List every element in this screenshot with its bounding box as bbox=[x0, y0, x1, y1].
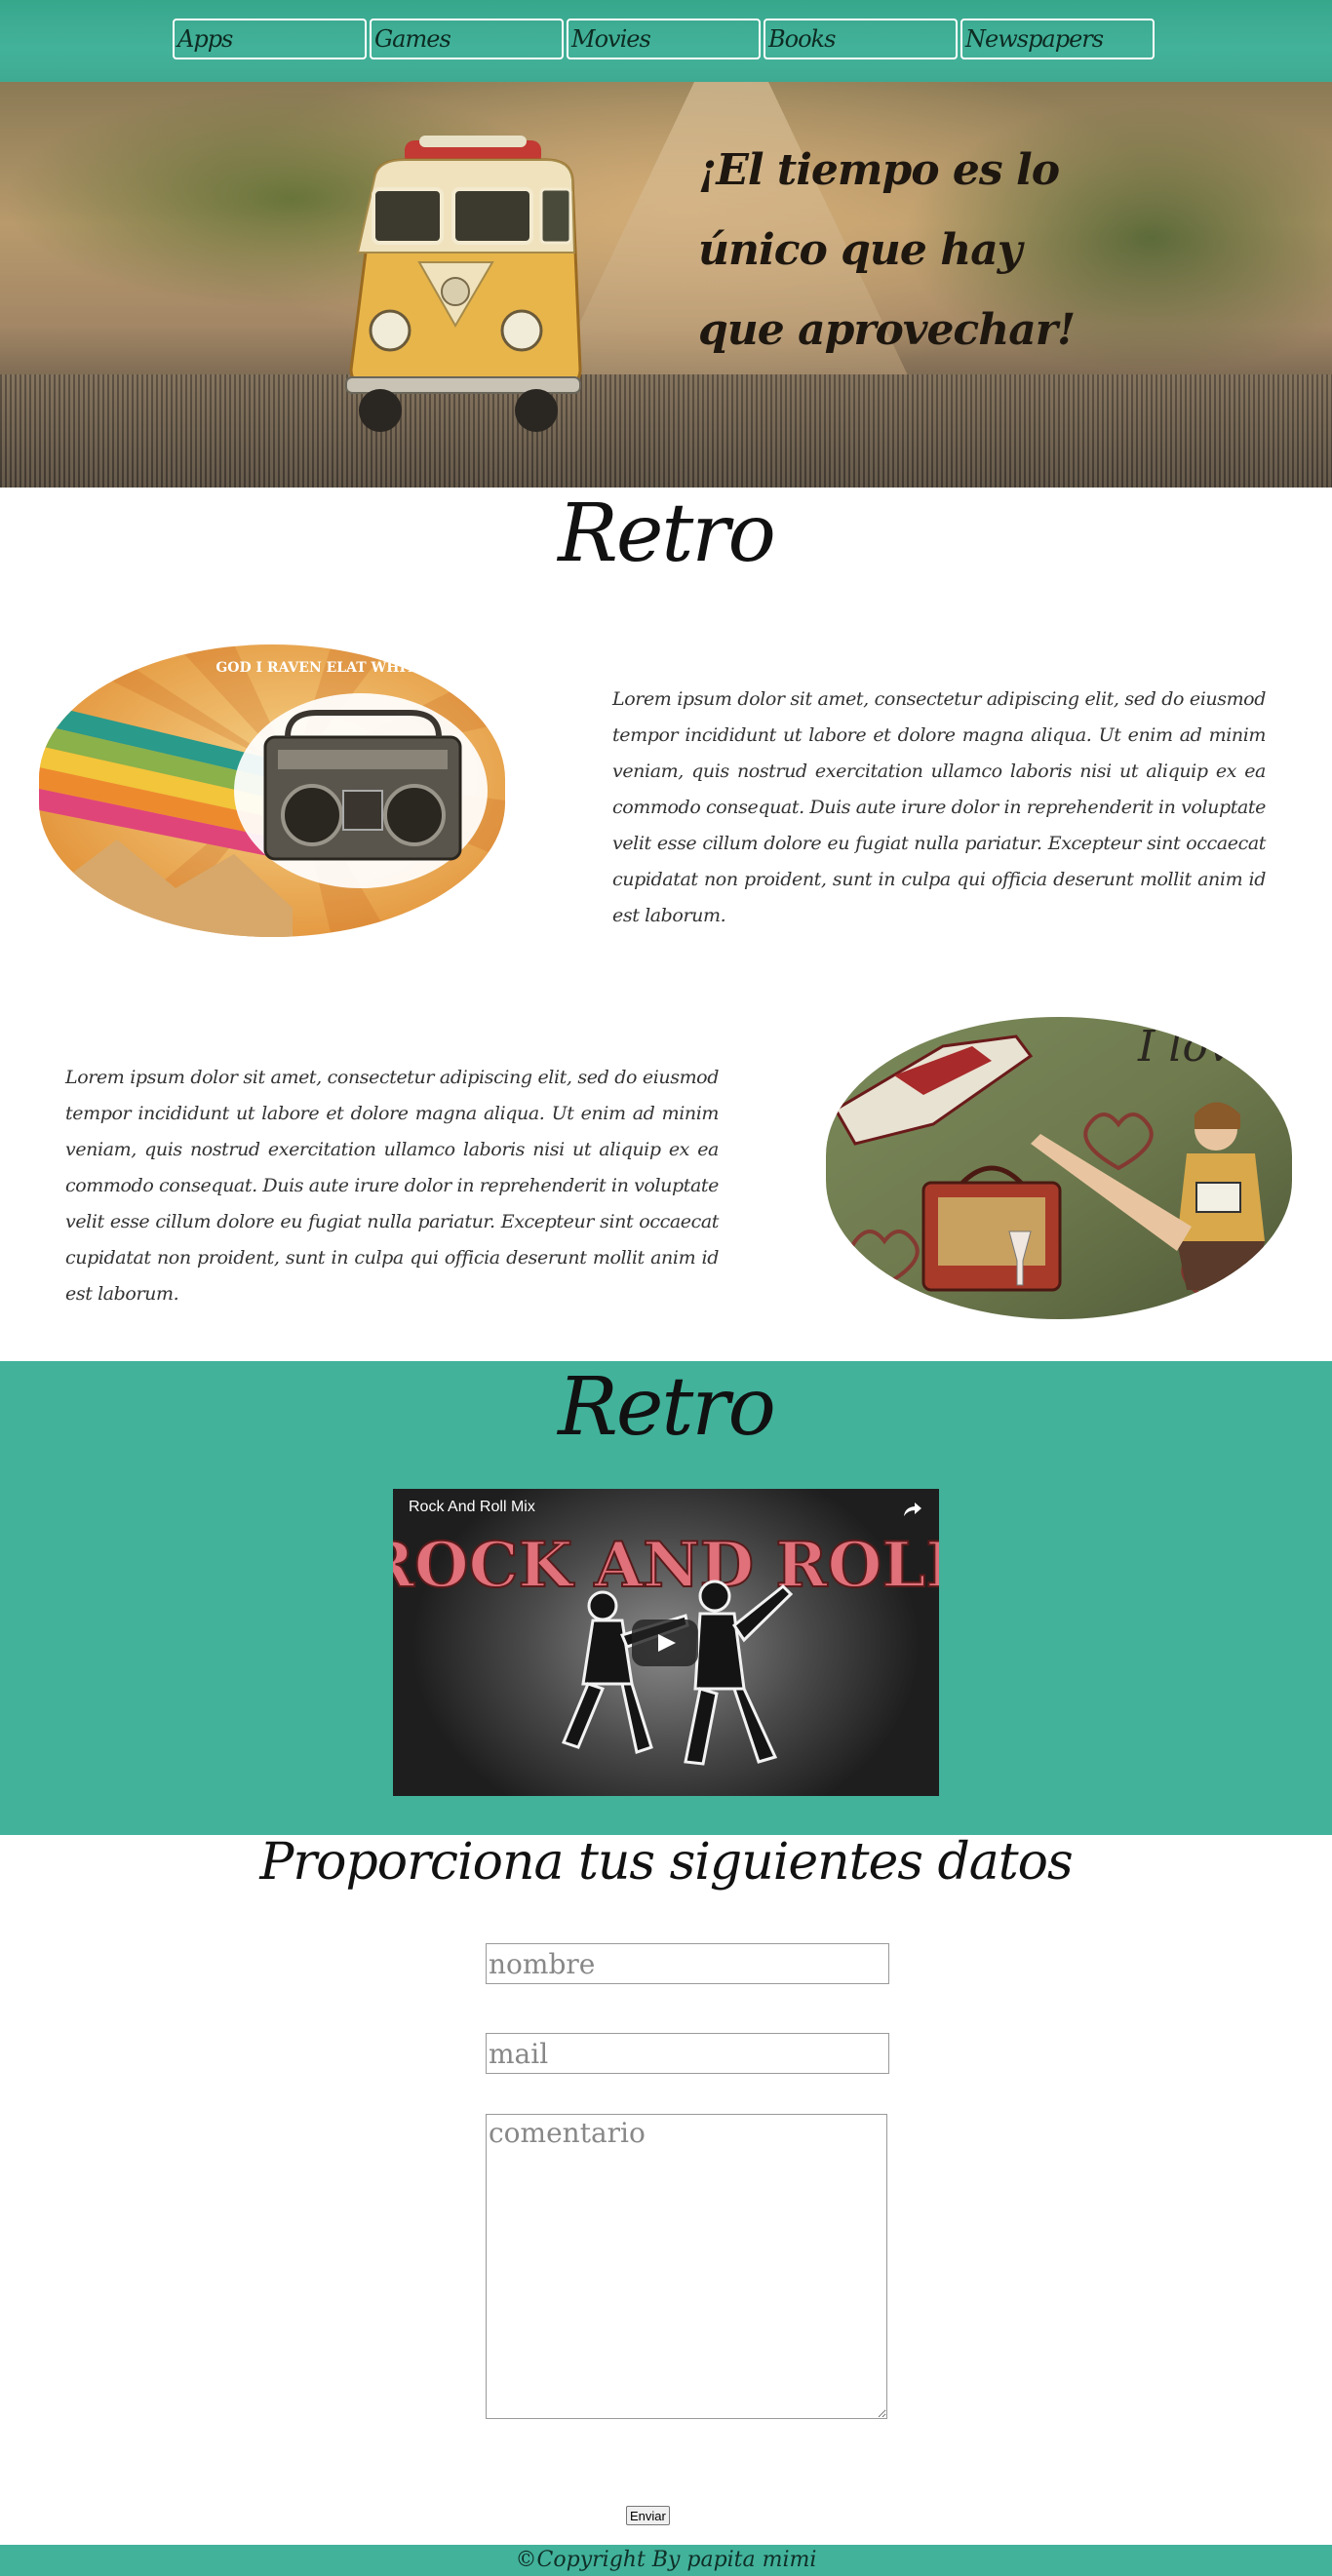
toy-van-image bbox=[345, 136, 582, 432]
poster-text: GOD I RAVEN ELAT WHITE AS SNOW bbox=[215, 660, 505, 676]
play-button[interactable] bbox=[632, 1620, 698, 1666]
form-title: Proporciona tus siguientes datos bbox=[259, 1833, 1073, 1892]
nav-item-apps[interactable]: Apps bbox=[173, 19, 367, 59]
footer: ©Copyright By papita mimi bbox=[0, 2545, 1332, 2576]
video-section-title: Retro bbox=[558, 1361, 776, 1454]
article-paragraph-1: Lorem ipsum dolor sit amet, consectetur … bbox=[612, 688, 1266, 926]
article-paragraph-2: Lorem ipsum dolor sit amet, consectetur … bbox=[65, 1067, 719, 1305]
comment-textarea[interactable] bbox=[486, 2114, 887, 2419]
hero-banner: ¡El tiempo es lo único que hay que aprov… bbox=[0, 82, 1332, 488]
mail-input[interactable] bbox=[486, 2033, 889, 2074]
hero-quote: ¡El tiempo es lo único que hay que aprov… bbox=[698, 145, 1076, 355]
nav-item-newspapers[interactable]: Newspapers bbox=[960, 19, 1155, 59]
video-player[interactable]: ROCK AND ROLL Rock And Roll Mix bbox=[393, 1489, 939, 1796]
play-icon bbox=[658, 1634, 676, 1652]
video-art-text: ROCK AND ROLL bbox=[393, 1529, 939, 1602]
nav-item-movies[interactable]: Movies bbox=[567, 19, 761, 59]
video-section: Retro ROCK AND ROLL Rock And Roll Mix bbox=[0, 1361, 1332, 1835]
nav-item-games[interactable]: Games bbox=[370, 19, 564, 59]
share-icon[interactable] bbox=[902, 1499, 923, 1520]
name-input[interactable] bbox=[486, 1943, 889, 1984]
nav-item-books[interactable]: Books bbox=[764, 19, 958, 59]
copyright-text: ©Copyright By papita mimi bbox=[515, 2548, 817, 2572]
section-title-retro: Retro bbox=[558, 488, 776, 580]
boombox-poster-image: GOD I RAVEN ELAT WHITE AS SNOW bbox=[39, 644, 505, 937]
hero-ground bbox=[0, 374, 1332, 488]
retro-collage-image: I love you bbox=[826, 1017, 1292, 1319]
collage-love-text: I love you bbox=[1137, 1022, 1292, 1072]
top-navigation: Apps Games Movies Books Newspapers bbox=[0, 0, 1332, 82]
video-title[interactable]: Rock And Roll Mix bbox=[409, 1499, 535, 1516]
submit-button[interactable]: Enviar bbox=[626, 2506, 670, 2525]
